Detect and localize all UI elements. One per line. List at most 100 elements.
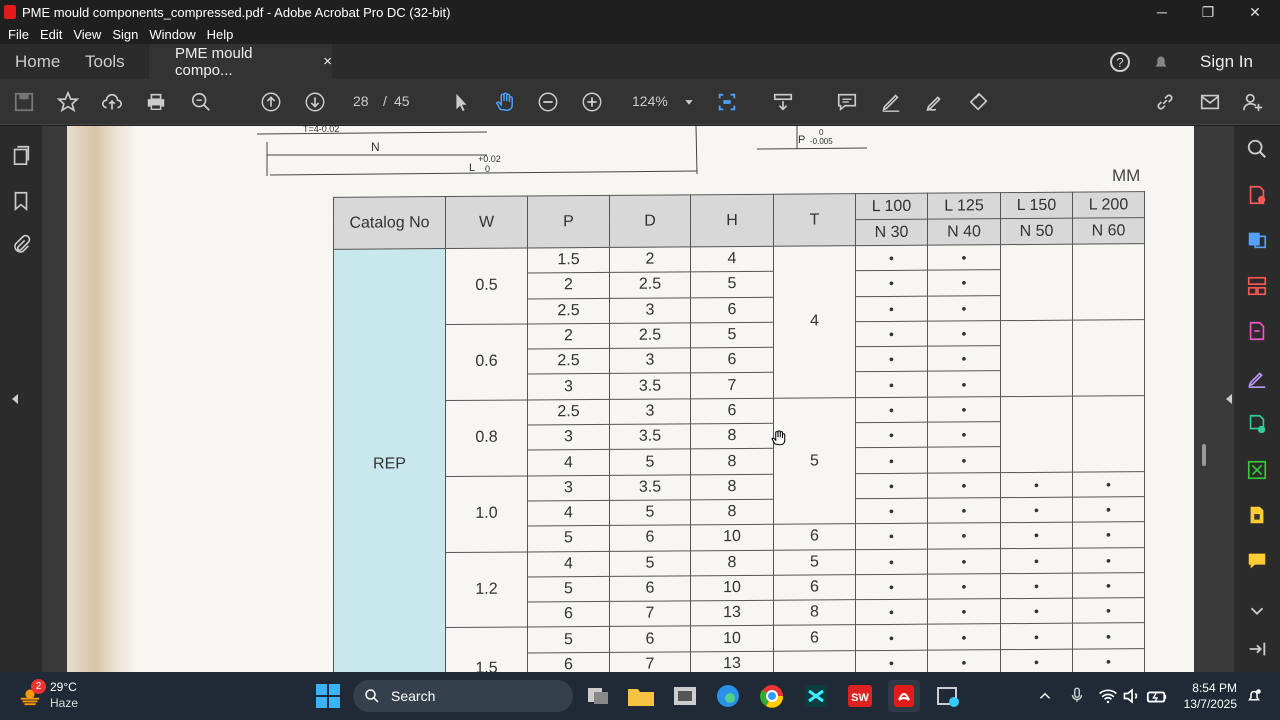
acrobat-taskbar-icon[interactable]	[888, 680, 920, 712]
page-number-input[interactable]: 28	[353, 93, 369, 109]
microphone-icon[interactable]	[1068, 686, 1086, 706]
highlight-pen-icon[interactable]	[878, 89, 904, 115]
battery-icon[interactable]	[1146, 686, 1168, 706]
h-cell: 8	[690, 448, 774, 475]
comment-tool-icon[interactable]	[1246, 550, 1268, 572]
organize-pages-icon[interactable]	[1246, 275, 1268, 297]
zoom-level-select[interactable]: 124%	[632, 93, 668, 109]
chrome-icon[interactable]	[756, 680, 788, 712]
dot-cell: •	[855, 624, 928, 651]
fit-page-icon[interactable]	[714, 89, 740, 115]
wifi-icon[interactable]	[1098, 686, 1118, 706]
maximize-button[interactable]: ❐	[1185, 0, 1231, 24]
chevron-down-icon[interactable]	[676, 89, 702, 115]
d-cell: 6	[609, 575, 691, 602]
select-cursor-icon[interactable]	[448, 89, 474, 115]
header-l125: L 125	[927, 192, 1001, 220]
mail-icon[interactable]	[1197, 89, 1223, 115]
fill-sign-icon[interactable]	[966, 89, 992, 115]
clock-time[interactable]: 8:54 PM	[1180, 681, 1237, 695]
upload-cloud-icon[interactable]	[99, 89, 125, 115]
temperature[interactable]: 29°C	[50, 680, 77, 694]
menu-window[interactable]: Window	[149, 27, 195, 42]
expand-left-panel-icon[interactable]	[8, 388, 22, 410]
export-pdf-icon[interactable]	[1246, 229, 1268, 251]
edit-pdf-icon[interactable]	[1246, 320, 1268, 342]
dot-cell: •	[855, 574, 928, 600]
volume-icon[interactable]	[1122, 686, 1142, 706]
menu-sign[interactable]: Sign	[112, 27, 138, 42]
tab-home[interactable]: Home	[15, 44, 60, 79]
h-cell: 8	[690, 423, 774, 450]
tab-tools[interactable]: Tools	[85, 44, 125, 79]
link-icon[interactable]	[1152, 89, 1178, 115]
minimize-button[interactable]: ─	[1139, 0, 1185, 24]
help-icon[interactable]: ?	[1108, 44, 1132, 79]
page-binding-edge	[67, 126, 137, 672]
menu-file[interactable]: File	[8, 27, 29, 42]
toolbar: 28 / 45 124%	[0, 79, 1280, 125]
attachments-icon[interactable]	[10, 234, 32, 256]
sign-in-link[interactable]: Sign In	[1200, 44, 1253, 79]
previous-page-icon[interactable]	[258, 89, 284, 115]
notification-bell-icon[interactable]	[1245, 687, 1263, 705]
h-cell: 5	[690, 322, 774, 349]
print-icon[interactable]	[143, 89, 169, 115]
solidworks-icon[interactable]: SW	[844, 680, 876, 712]
vertical-scrollbar[interactable]	[1198, 126, 1216, 672]
chevron-up-icon[interactable]	[1036, 687, 1054, 705]
bookmarks-icon[interactable]	[10, 190, 32, 212]
app-icon[interactable]	[669, 680, 701, 712]
p-cell: 2.5	[527, 399, 610, 426]
task-view-icon[interactable]	[582, 680, 614, 712]
dot-cell: •	[1072, 572, 1145, 599]
next-page-icon[interactable]	[302, 89, 328, 115]
pdf-page: T=4-0.02 N L +0.02 0 P 0 -0.005 MM Catal…	[67, 126, 1194, 672]
weather-condition[interactable]: Haze	[50, 696, 78, 710]
capcut-icon[interactable]	[800, 680, 832, 712]
excel-export-icon[interactable]	[1246, 459, 1268, 481]
comment-icon[interactable]	[834, 89, 860, 115]
bell-icon[interactable]	[1150, 44, 1172, 79]
hand-tool-icon[interactable]	[491, 89, 517, 115]
taskbar-search[interactable]: Search	[353, 680, 573, 712]
header-l150: L 150	[1000, 192, 1073, 219]
scrollbar-thumb[interactable]	[1202, 444, 1206, 466]
fill-and-sign-icon[interactable]	[1246, 367, 1268, 389]
h-cell: 10	[690, 575, 774, 601]
tab-close-icon[interactable]: ×	[323, 53, 332, 70]
create-pdf-icon[interactable]	[1246, 184, 1268, 206]
clock-date[interactable]: 13/7/2025	[1176, 697, 1237, 711]
page-thumbnails-icon[interactable]	[10, 144, 32, 166]
expand-right-panel-icon[interactable]	[1222, 388, 1236, 410]
dot-cell: •	[1000, 471, 1073, 498]
document-viewer[interactable]: T=4-0.02 N L +0.02 0 P 0 -0.005 MM Catal…	[42, 126, 1234, 672]
collapse-panel-icon[interactable]	[1246, 638, 1268, 660]
windows-start-icon[interactable]	[312, 680, 344, 712]
protect-icon[interactable]	[1246, 504, 1268, 526]
menu-edit[interactable]: Edit	[40, 27, 62, 42]
file-explorer-icon[interactable]	[625, 680, 657, 712]
search-icon[interactable]	[1246, 138, 1268, 160]
more-tools-chevron-icon[interactable]	[1246, 600, 1268, 622]
tab-document[interactable]: PME mould compo... ×	[149, 44, 332, 79]
snipping-tool-icon[interactable]	[932, 680, 964, 712]
edge-browser-icon[interactable]	[712, 680, 744, 712]
zoom-out-icon[interactable]	[535, 89, 561, 115]
zoom-in-icon[interactable]	[579, 89, 605, 115]
save-icon[interactable]	[11, 89, 37, 115]
request-signatures-icon[interactable]	[1246, 413, 1268, 435]
hand-cursor-icon	[769, 428, 787, 448]
draw-sign-icon[interactable]	[922, 89, 948, 115]
zoom-search-icon[interactable]	[188, 89, 214, 115]
scroll-mode-icon[interactable]	[770, 89, 796, 115]
close-button[interactable]: ✕	[1232, 0, 1278, 24]
p-cell: 3	[527, 373, 610, 400]
menu-view[interactable]: View	[73, 27, 101, 42]
dot-cell: •	[855, 371, 928, 398]
p-cell: 5	[527, 576, 610, 603]
menu-help[interactable]: Help	[207, 27, 234, 42]
table-row: 0.8 2.5 3 6 5 • •	[334, 395, 1145, 525]
add-user-icon[interactable]	[1240, 89, 1266, 115]
star-icon[interactable]	[55, 89, 81, 115]
